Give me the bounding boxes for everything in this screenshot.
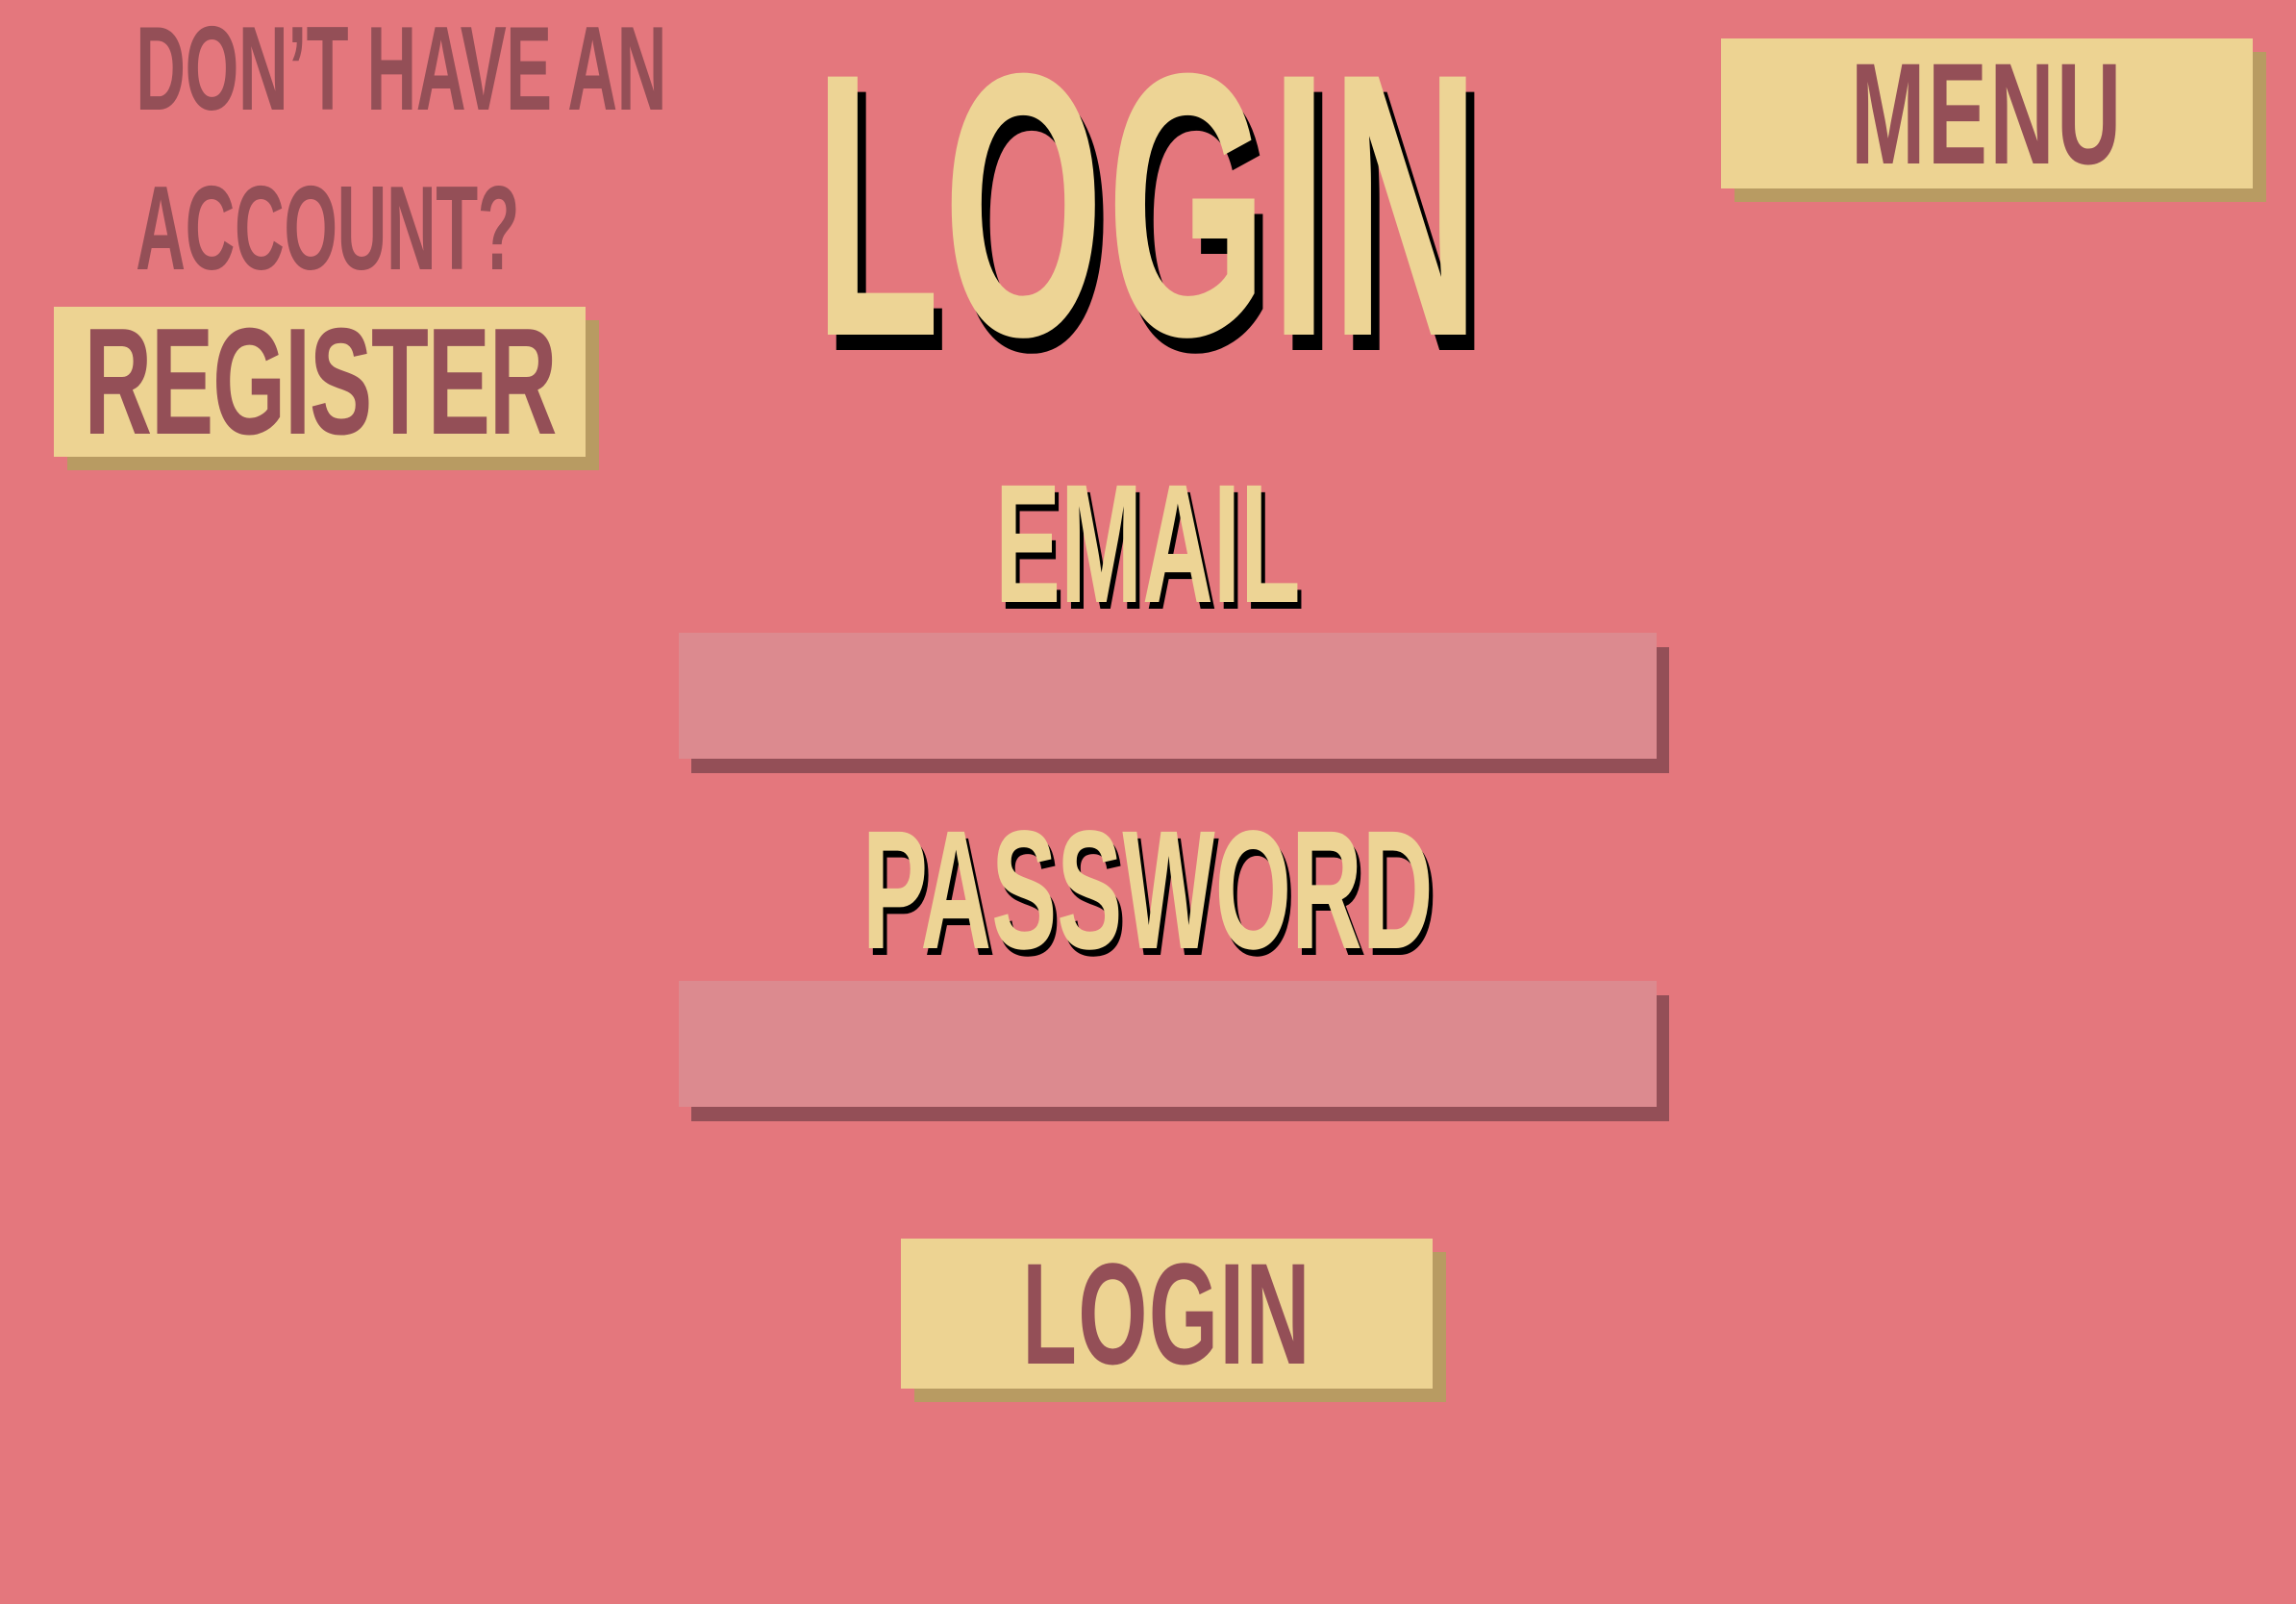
menu-button[interactable]: MENU: [1721, 38, 2253, 188]
login-button-label: LOGIN: [1022, 1239, 1311, 1389]
email-field[interactable]: [679, 633, 1657, 759]
email-label-text: EMAIL: [995, 450, 1301, 639]
login-screen: DON’T HAVE AN ACCOUNT? REGISTER LOGIN ME…: [0, 0, 2296, 1604]
password-field[interactable]: [679, 981, 1657, 1107]
email-label: EMAIL: [0, 460, 2296, 629]
menu-button-label: MENU: [1850, 38, 2124, 188]
password-label-text: PASSWORD: [862, 796, 1434, 985]
password-label: PASSWORD: [0, 806, 2296, 975]
login-button[interactable]: LOGIN: [901, 1239, 1433, 1389]
page-title-text: LOGIN: [813, 0, 1483, 414]
